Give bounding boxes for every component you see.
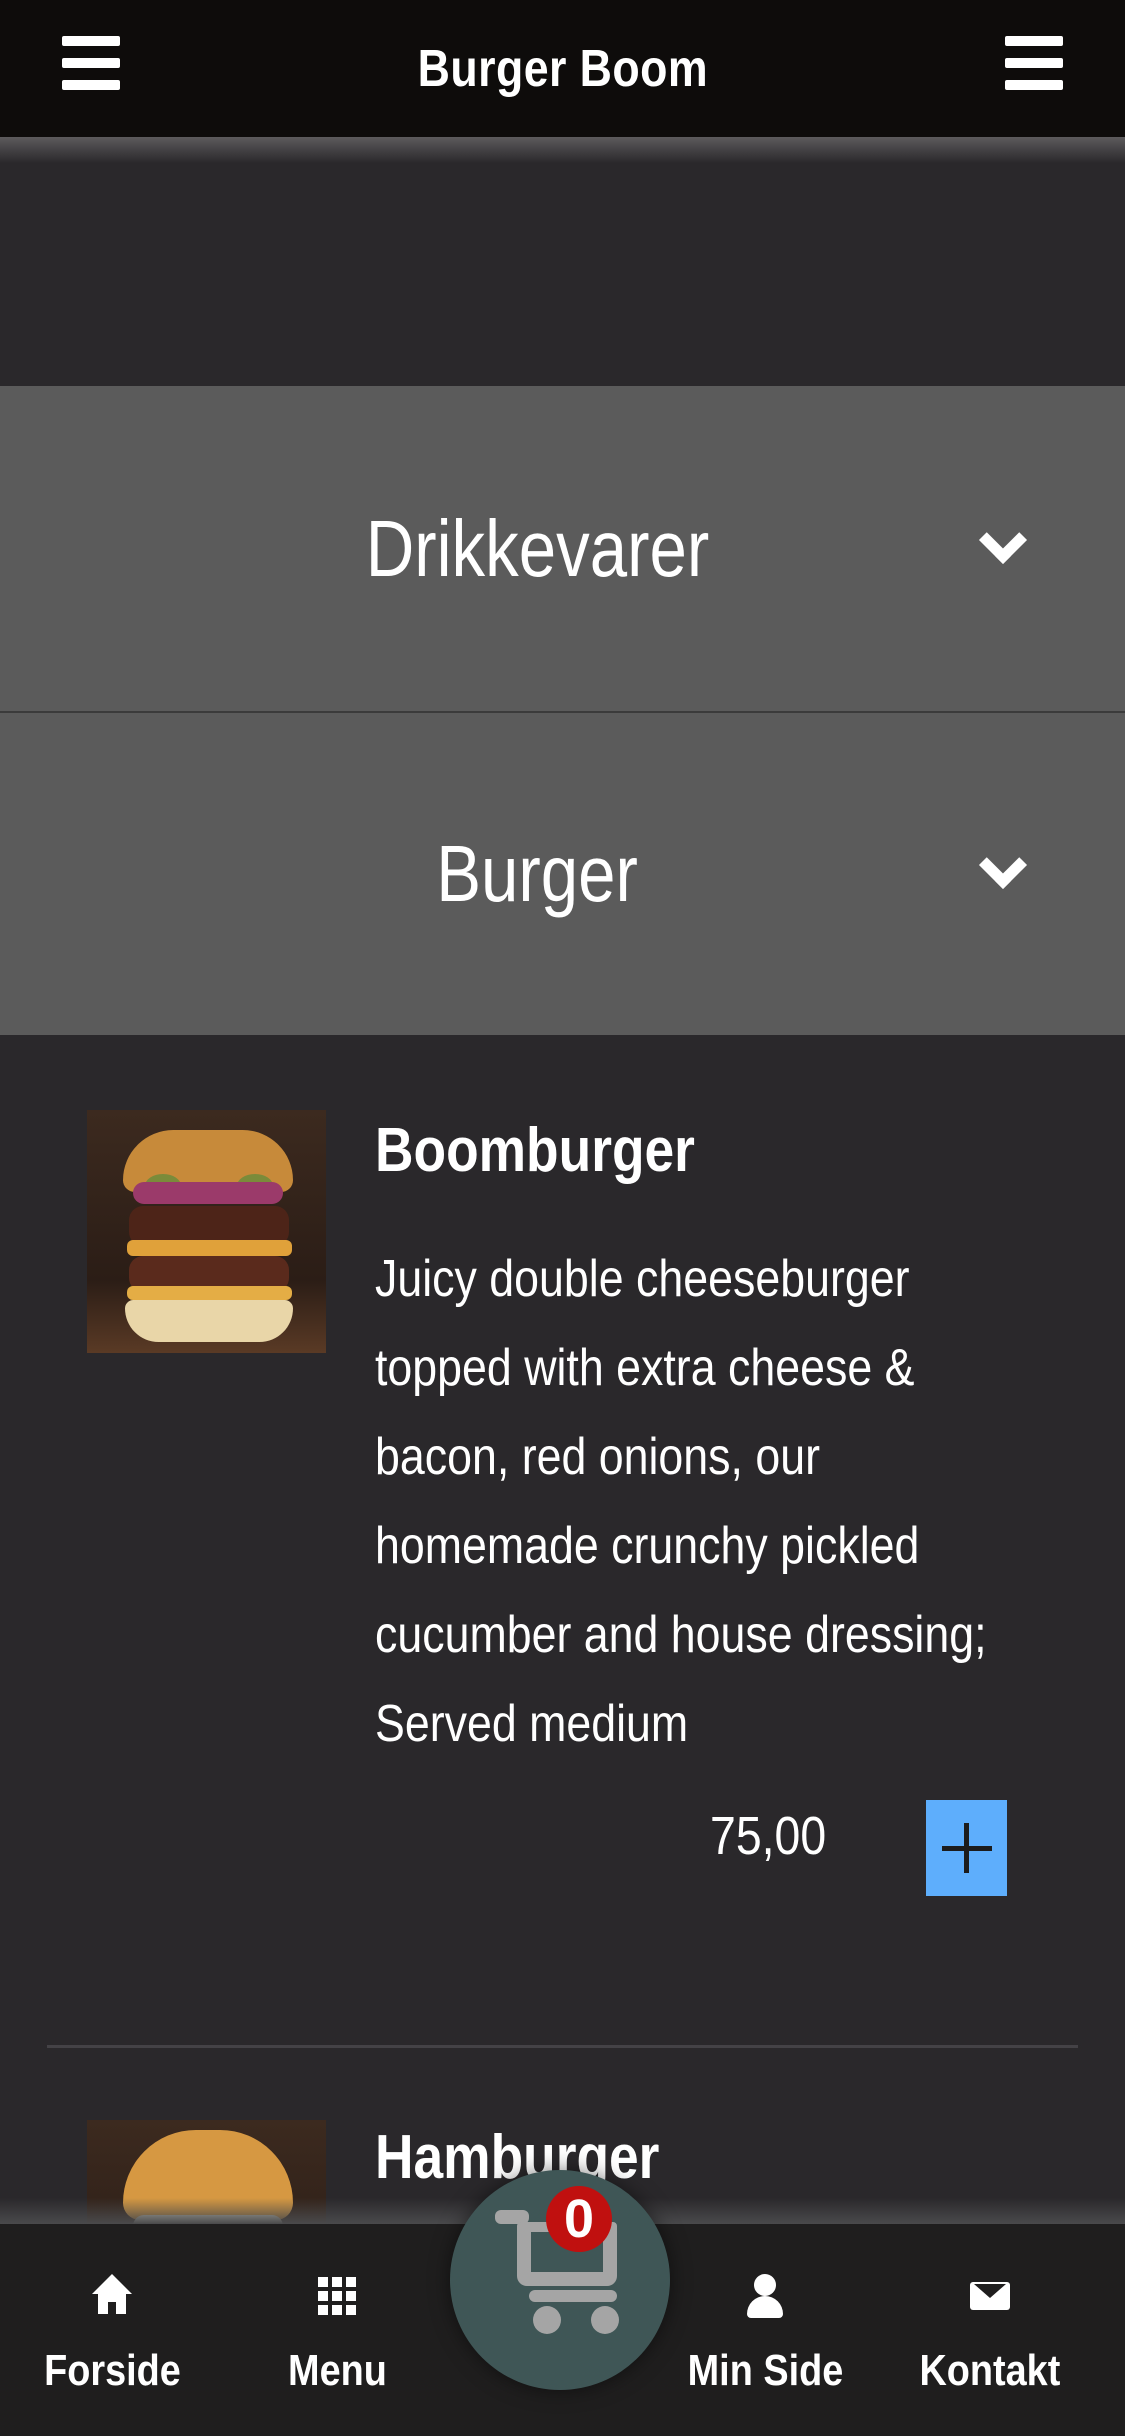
chevron-down-icon [978,840,1028,890]
nav-label: Forside [43,2346,181,2395]
nav-min-side[interactable]: Min Side [665,2224,865,2436]
nav-label: Min Side [687,2346,843,2395]
envelope-icon [968,2274,1012,2318]
nav-forside[interactable]: Forside [12,2224,212,2436]
product-name: Boomburger [375,1116,695,1185]
banner-area [0,163,1125,386]
nav-menu[interactable]: Menu [237,2224,437,2436]
right-menu-icon[interactable] [1005,34,1063,92]
user-icon [743,2274,787,2318]
product-price: 75,00 [710,1806,827,1866]
cart-count-badge: 0 [546,2186,612,2252]
product-item: Boomburger Juicy double cheeseburger top… [0,1035,1125,2048]
nav-kontakt[interactable]: Kontakt [890,2224,1090,2436]
product-image[interactable] [87,1110,326,1353]
product-description: Juicy double cheeseburger topped with ex… [375,1250,987,1753]
category-label: Burger [436,829,639,918]
top-app-bar: Burger Boom [0,0,1125,137]
chevron-down-icon [978,515,1028,564]
top-shadow [0,137,1125,163]
category-label: Drikkevarer [365,503,710,593]
divider [47,2045,1078,2048]
grid-icon [315,2274,359,2318]
home-icon [90,2274,134,2318]
app-title: Burger Boom [417,39,708,98]
add-to-cart-button[interactable] [926,1800,1007,1896]
category-burger[interactable]: Burger [0,713,1125,1035]
nav-label: Kontakt [919,2346,1061,2395]
cart-button[interactable]: 0 [450,2170,670,2390]
nav-label: Menu [287,2346,387,2395]
category-drikkevarer[interactable]: Drikkevarer [0,386,1125,711]
left-menu-icon[interactable] [62,34,120,92]
